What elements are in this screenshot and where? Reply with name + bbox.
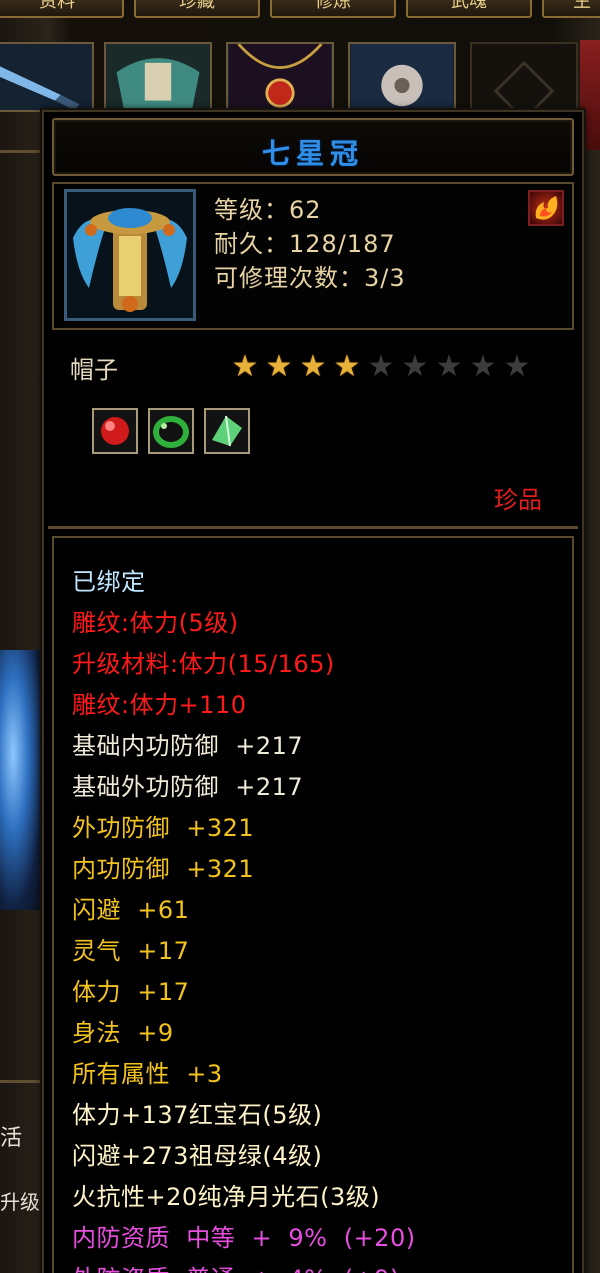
gem-socket-3	[204, 408, 250, 454]
attribute-line: 闪避+273祖母绿(4级)	[72, 1142, 323, 1170]
attribute-line: 内功防御 +321	[72, 855, 255, 883]
equip-slot-accessory[interactable]	[348, 42, 456, 112]
equip-slot-necklace[interactable]	[226, 42, 334, 112]
item-name: 七星冠	[261, 137, 364, 170]
star-empty-icon: ★	[401, 349, 429, 384]
attribute-line: 基础外功防御 +217	[72, 773, 304, 801]
side-button-activate[interactable]: 活	[0, 1120, 44, 1152]
attribute-line: 外防资质 普通 + 4% (+9)	[72, 1259, 400, 1273]
star-lit-icon: ★	[231, 349, 259, 384]
tooltip-title-bar: 七星冠	[52, 118, 574, 176]
equip-slot-empty[interactable]	[470, 42, 578, 122]
attribute-line: 外功防御 +321	[72, 814, 255, 842]
necklace-icon	[229, 43, 331, 110]
equip-slot-weapon[interactable]	[0, 42, 94, 112]
attribute-line: 火抗性+20纯净月光石(3级)	[72, 1183, 381, 1211]
star-empty-icon: ★	[503, 349, 531, 384]
jade-gem-icon	[212, 415, 242, 447]
flame-badge-icon	[528, 190, 564, 226]
tab-profile[interactable]: 资料	[0, 0, 124, 18]
attribute-line: 体力 +17	[72, 978, 190, 1006]
item-durability: 耐久：128/187	[214, 230, 396, 258]
attribute-list: 已绑定雕纹:体力(5级) 升级材料:体力(15/165) 雕纹:体力+110 基础内功…	[52, 536, 574, 1273]
item-info-panel: 等级：62 耐久：128/187 可修理次数：3/3	[52, 182, 574, 330]
star-empty-icon: ★	[435, 349, 463, 384]
ruby-gem-icon	[101, 417, 129, 445]
empty-slot-icon	[493, 60, 555, 122]
star-empty-icon: ★	[469, 349, 497, 384]
equip-slot-armor[interactable]	[104, 42, 212, 112]
tab-collection[interactable]: 珍藏	[134, 0, 260, 18]
attribute-line: 雕纹:体力+110	[72, 691, 247, 719]
attribute-line: 已绑定	[72, 568, 146, 596]
item-grade: 珍品	[494, 486, 542, 514]
item-tooltip: 七星冠 等级：62 耐久：128/187 可修理次数：3/3 帽子 ★ ★ ★ …	[42, 110, 584, 1273]
character-model-glow	[0, 650, 44, 910]
gem-socket-2	[148, 408, 194, 454]
tab-life[interactable]: 生	[542, 0, 600, 18]
flower-ornament-icon	[351, 44, 453, 110]
attribute-line: 身法 +9	[72, 1019, 174, 1047]
attribute-line: 内防资质 中等 + 9% (+20)	[72, 1224, 416, 1252]
item-level: 等级：62	[214, 196, 322, 224]
item-repair-count: 可修理次数：3/3	[214, 264, 406, 292]
sword-icon	[0, 44, 91, 110]
attribute-line: 基础内功防御 +217	[72, 732, 304, 760]
side-button-upgrade[interactable]: 升级	[0, 1186, 44, 1215]
attribute-line: 闪避 +61	[72, 896, 190, 924]
attribute-line: 所有属性 +3	[72, 1060, 223, 1088]
frame-divider	[0, 1080, 44, 1083]
gem-socket-1	[92, 408, 138, 454]
frame-divider	[0, 150, 44, 153]
star-lit-icon: ★	[333, 349, 361, 384]
game-screen: 资料 珍藏 修炼 武魂 生 活 升级 七星冠 等级：62 耐久：128/187 …	[0, 0, 600, 1273]
star-lit-icon: ★	[265, 349, 293, 384]
item-icon-slot	[64, 189, 196, 321]
star-lit-icon: ★	[299, 349, 327, 384]
attribute-line: 升级材料:体力(15/165)	[72, 650, 335, 678]
tab-cultivation[interactable]: 修炼	[270, 0, 396, 18]
tab-martial-soul[interactable]: 武魂	[406, 0, 532, 18]
crown-helmet-icon	[67, 192, 193, 318]
armor-icon	[107, 44, 209, 110]
attribute-line: 体力+137红宝石(5级)	[72, 1101, 323, 1129]
section-divider	[48, 526, 578, 529]
equipment-slot-type: 帽子	[70, 356, 118, 384]
attribute-line: 雕纹:体力(5级)	[72, 609, 239, 637]
emerald-ring-gem-icon	[153, 416, 189, 448]
attribute-line: 灵气 +17	[72, 937, 190, 965]
star-empty-icon: ★	[367, 349, 395, 384]
